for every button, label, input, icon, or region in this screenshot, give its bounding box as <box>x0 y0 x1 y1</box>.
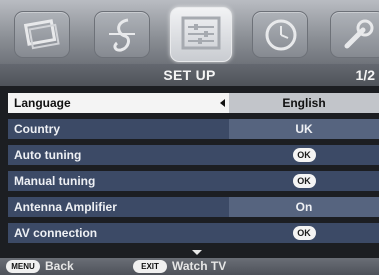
page-title: SET UP <box>163 67 216 83</box>
tab-settings[interactable] <box>330 11 379 58</box>
menu-row-label: Country <box>14 122 60 136</box>
menu-header: SET UP 1/2 <box>0 64 379 86</box>
watch-tv-label: Watch TV <box>172 259 227 273</box>
ok-button-icon[interactable]: OK <box>292 225 316 240</box>
av-connection-value: OK <box>229 223 379 243</box>
tab-setup[interactable] <box>170 7 232 62</box>
tv-menu-screen: SET UP 1/2 Language English Country UK A… <box>0 0 379 275</box>
menu-footer: MENU Back EXIT Watch TV <box>0 258 379 275</box>
antenna-amplifier-value: On <box>229 197 379 217</box>
tab-timer[interactable] <box>252 11 308 58</box>
picture-icon <box>23 19 60 50</box>
arrow-left-icon[interactable] <box>220 99 225 107</box>
menu-row-label: Language <box>14 96 71 110</box>
scroll-down-icon[interactable] <box>192 250 202 255</box>
menu-row-antenna-amplifier[interactable]: Antenna Amplifier On <box>8 197 379 217</box>
country-value: UK <box>229 119 379 139</box>
menu-key-icon[interactable]: MENU <box>6 260 40 273</box>
menu-row-av-connection[interactable]: AV connection OK <box>8 223 379 243</box>
tab-picture[interactable] <box>14 11 70 58</box>
menu-row-language[interactable]: Language English <box>8 93 379 113</box>
manual-tuning-value: OK <box>229 171 379 191</box>
menu-icon-bar <box>0 0 379 64</box>
back-label: Back <box>45 259 74 273</box>
menu-row-label: Manual tuning <box>14 174 96 188</box>
page-indicator: 1/2 <box>355 67 375 83</box>
menu-row-country[interactable]: Country UK <box>8 119 379 139</box>
wrench-icon <box>344 19 374 49</box>
auto-tuning-value: OK <box>229 145 379 165</box>
ok-button-icon[interactable]: OK <box>292 173 316 188</box>
menu-row-auto-tuning[interactable]: Auto tuning OK <box>8 145 379 165</box>
ok-button-icon[interactable]: OK <box>292 147 316 162</box>
clock-icon <box>265 19 297 51</box>
menu-row-manual-tuning[interactable]: Manual tuning OK <box>8 171 379 191</box>
menu-row-label: Antenna Amplifier <box>14 200 117 214</box>
menu-row-label: AV connection <box>14 226 98 240</box>
setup-icon <box>181 16 221 50</box>
tab-sound[interactable] <box>94 11 150 58</box>
exit-key-icon[interactable]: EXIT <box>133 260 167 273</box>
menu-row-label: Auto tuning <box>14 148 82 162</box>
sound-icon <box>109 18 135 52</box>
language-value: English <box>229 93 379 113</box>
setup-menu-list: Language English Country UK Auto tuning … <box>8 93 379 249</box>
